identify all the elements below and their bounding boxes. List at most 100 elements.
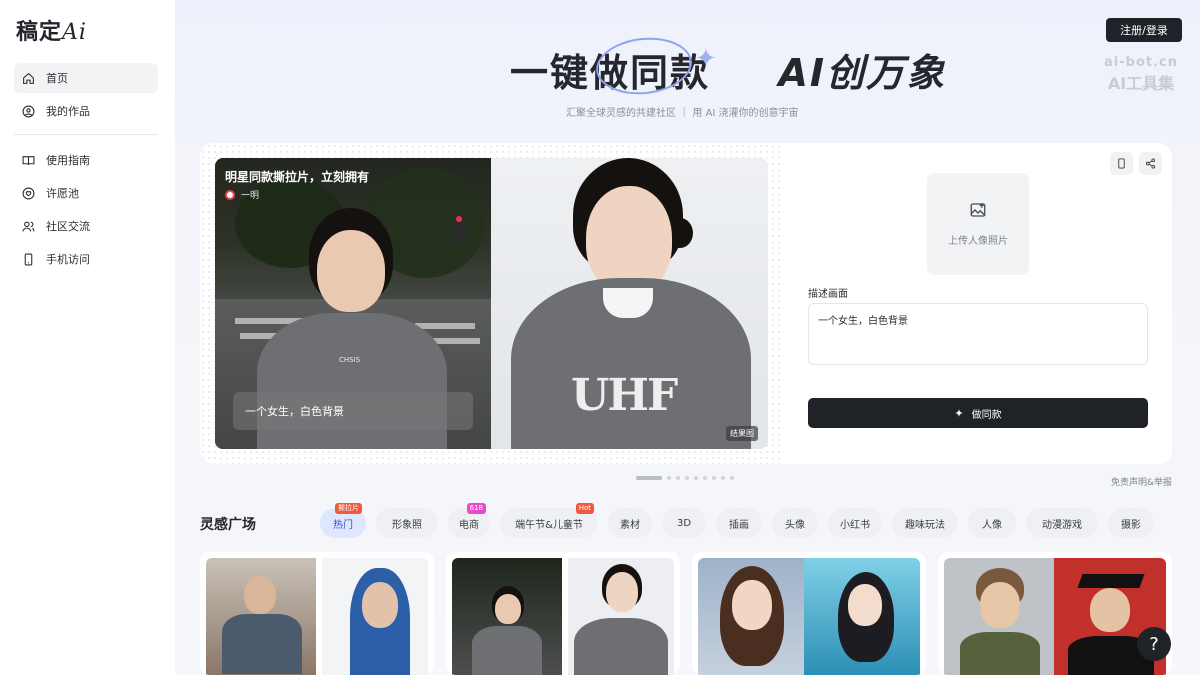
tab-label: 插画 (729, 519, 749, 531)
tab-badge: Hot (575, 503, 594, 514)
logo[interactable]: 稿定Ai (16, 14, 87, 46)
carousel-dot[interactable] (667, 476, 671, 480)
carousel-dot[interactable] (636, 476, 662, 480)
tab-category[interactable]: 插画 (716, 508, 762, 538)
sparkle-icon: ✦ (695, 44, 717, 74)
sidebar-item-label: 使用指南 (46, 154, 90, 167)
gallery-image (568, 558, 674, 675)
tab-category[interactable]: 热门 撕拉片 (320, 503, 366, 538)
carousel-dot[interactable] (721, 476, 725, 480)
carousel-dot[interactable] (703, 476, 707, 480)
make-same-button[interactable]: ✦ 做同款 (808, 398, 1148, 428)
tab-badge: 618 (466, 503, 486, 514)
shirt-logo: CHSIS (339, 356, 361, 364)
gallery-card[interactable] (446, 552, 680, 675)
tab-label: 头像 (785, 519, 805, 531)
sidebar-item-label: 我的作品 (46, 105, 90, 118)
describe-input[interactable]: 一个女生，白色背景 (808, 303, 1148, 365)
tab-category[interactable]: 动漫游戏 (1026, 508, 1098, 538)
tab-label: 素材 (620, 519, 640, 531)
showcase-author[interactable]: 一明 (225, 188, 259, 201)
tab-badge: 撕拉片 (335, 503, 362, 514)
gallery-image (944, 558, 1054, 675)
disclaimer-link[interactable]: 免责声明&举报 (1111, 475, 1172, 488)
gallery-card[interactable] (200, 552, 434, 675)
traffic-light (453, 213, 465, 243)
logo-ai: Ai (62, 20, 87, 45)
section-title: 灵感广场 (200, 517, 256, 533)
tab-category[interactable]: 小红书 (828, 508, 882, 538)
share-button[interactable] (1139, 152, 1162, 175)
phone-icon (1116, 154, 1127, 173)
carousel-dot[interactable] (694, 476, 698, 480)
watermark: ai-bot.cn AI工具集 (1104, 55, 1178, 94)
tab-label: 3D (676, 517, 692, 529)
make-button-label: 做同款 (971, 409, 1002, 421)
carousel-dot[interactable] (676, 476, 680, 480)
tab-category[interactable]: 电商 618 (448, 503, 490, 538)
carousel-dot[interactable] (712, 476, 716, 480)
sidebar-item-label: 首页 (46, 72, 68, 85)
tab-label: 人像 (982, 519, 1002, 531)
sidebar-item-label: 社区交流 (46, 220, 90, 233)
tab-label: 形象照 (392, 519, 422, 531)
sidebar-item-home[interactable]: 首页 (14, 63, 158, 93)
help-button[interactable]: ? (1137, 627, 1171, 661)
tab-label: 摄影 (1121, 519, 1141, 531)
hero-subtitle: 汇聚全球灵感的共建社区 ｜ 用 AI 浇灌你的创意宇宙 (566, 108, 799, 119)
users-icon (20, 218, 36, 234)
upload-photo-button[interactable]: 上传人像照片 (927, 173, 1029, 275)
gallery-image (698, 558, 804, 675)
tab-category[interactable]: 3D (662, 508, 706, 538)
tab-category[interactable]: 人像 (968, 508, 1016, 538)
login-button[interactable]: 注册/登录 (1106, 18, 1182, 42)
home-icon (20, 70, 36, 86)
hoodie-text: UHF (571, 370, 678, 421)
carousel-dot[interactable] (685, 476, 689, 480)
tab-category[interactable]: 端午节&儿童节 Hot (500, 503, 598, 538)
reference-photo[interactable]: CHSIS 明星同款撕拉片，立刻拥有 一明 一个女生，白色背景 (215, 158, 491, 449)
gallery-image (804, 558, 920, 675)
book-icon (20, 152, 36, 168)
tab-label: 端午节&儿童节 (515, 519, 583, 531)
gallery-image (206, 558, 316, 675)
sidebar-item-guide[interactable]: 使用指南 (14, 145, 158, 175)
tab-label: 热门 (333, 519, 353, 531)
result-tag: 结果图 (726, 426, 758, 441)
gallery-card[interactable] (938, 552, 1172, 675)
gallery-card[interactable] (692, 552, 926, 675)
image-upload-icon (969, 201, 987, 222)
user-circle-icon (20, 103, 36, 119)
share-icon (1145, 154, 1156, 173)
tab-category[interactable]: 趣味玩法 (892, 508, 958, 538)
collar-shape (603, 288, 653, 318)
avatar (225, 189, 235, 200)
tab-label: 动漫游戏 (1042, 519, 1082, 531)
sidebar-item-label: 手机访问 (46, 253, 90, 266)
carousel-indicator (636, 476, 734, 480)
hero-title: 一键做同款 AI创万象 (510, 33, 946, 99)
sidebar-item-mobile[interactable]: 手机访问 (14, 244, 158, 274)
tab-category[interactable]: 形象照 (376, 508, 438, 538)
carousel-dot[interactable] (730, 476, 734, 480)
gallery-image (322, 558, 428, 675)
watermark-bottom: AI工具集 (1107, 74, 1175, 93)
upload-label: 上传人像照片 (948, 236, 1008, 247)
tab-label: 趣味玩法 (905, 519, 945, 531)
watermark-top: ai-bot.cn (1104, 55, 1178, 70)
sidebar: 稿定Ai 首页 我的作品 使用指南 许愿池 社区交流 手机访问 (0, 0, 175, 675)
tab-label: 小红书 (840, 519, 870, 531)
sidebar-divider (14, 134, 158, 135)
tab-label: 电商 (459, 519, 479, 531)
sidebar-item-community[interactable]: 社区交流 (14, 211, 158, 241)
tab-category[interactable]: 素材 (608, 508, 652, 538)
mobile-view-button[interactable] (1110, 152, 1133, 175)
sidebar-item-wishes[interactable]: 许愿池 (14, 178, 158, 208)
author-name: 一明 (241, 191, 260, 201)
tab-category[interactable]: 摄影 (1108, 508, 1154, 538)
showcase-card: CHSIS 明星同款撕拉片，立刻拥有 一明 一个女生，白色背景 UHF 结果图 … (200, 143, 1172, 464)
sidebar-item-my-works[interactable]: 我的作品 (14, 96, 158, 126)
tab-category[interactable]: 头像 (772, 508, 818, 538)
result-photo[interactable]: UHF 结果图 (491, 158, 768, 449)
phone-icon (20, 251, 36, 267)
